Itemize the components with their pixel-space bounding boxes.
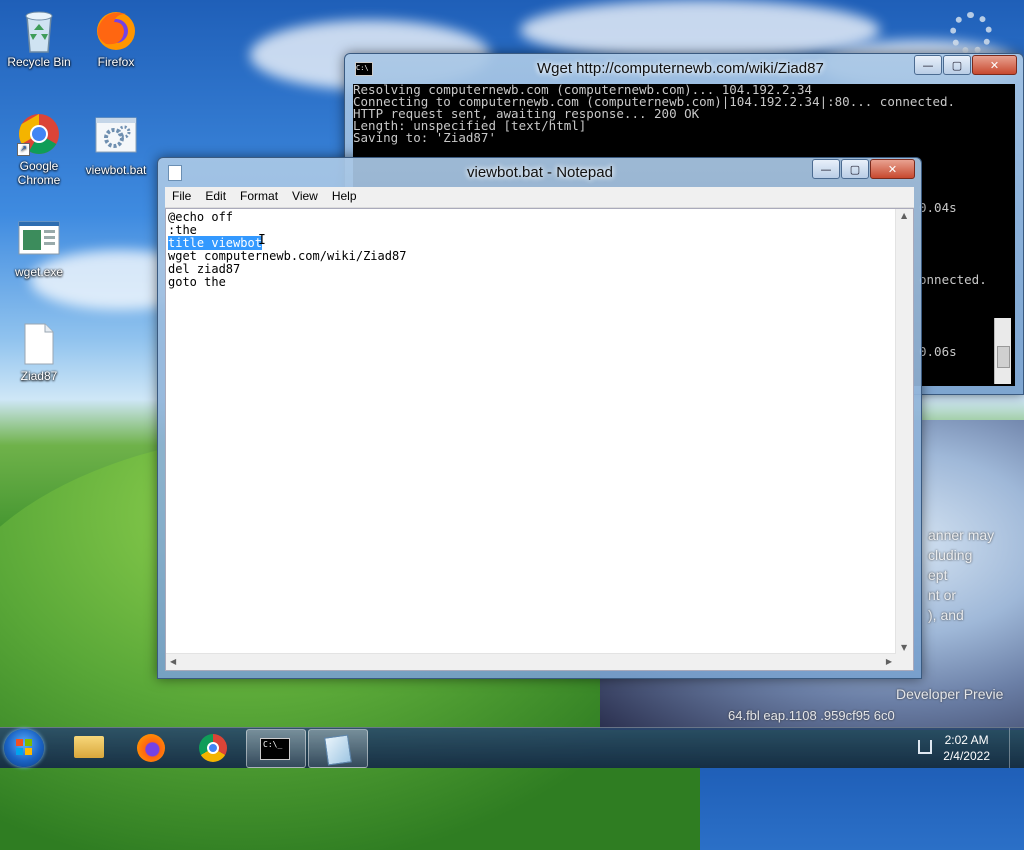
code-line: del ziad87 [168, 262, 241, 276]
vertical-scrollbar[interactable]: ▲ ▼ [895, 209, 913, 654]
console-line: Saving to: 'Ziad87' [353, 130, 496, 145]
menu-edit[interactable]: Edit [198, 187, 233, 207]
menu-file[interactable]: File [165, 187, 198, 207]
text-editor[interactable]: @echo off :the title viewbot wget comput… [165, 208, 914, 671]
desktop-icon-label: Recycle Bin [7, 55, 71, 69]
watermark-line: ept [928, 567, 948, 583]
notepad-icon [324, 734, 352, 766]
watermark-line: Developer Previe [896, 686, 1004, 702]
clock[interactable]: 2:02 AM 2/4/2022 [943, 732, 990, 764]
console-line-peek: 0.04s [919, 200, 957, 215]
window-titlebar[interactable]: C:\ Wget http://computernewb.com/wiki/Zi… [345, 54, 1023, 82]
menu-help[interactable]: Help [325, 187, 364, 207]
watermark-line: ), and [928, 607, 964, 623]
clock-time: 2:02 AM [944, 733, 989, 747]
show-desktop-button[interactable] [1009, 728, 1024, 768]
watermark-line: cluding [928, 547, 973, 563]
desktop-icon-label: viewbot.bat [85, 163, 147, 177]
taskbar-chrome[interactable] [184, 729, 242, 766]
firefox-icon [137, 734, 165, 762]
network-icon[interactable] [918, 740, 932, 754]
desktop-icon-recycle-bin[interactable]: Recycle Bin [0, 8, 79, 69]
scroll-right-arrow-icon[interactable]: ▶ [886, 657, 892, 666]
maximize-button[interactable]: ▢ [841, 159, 869, 179]
console-icon: C:\_ [260, 738, 290, 760]
desktop-icon-label: Ziad87 [20, 369, 58, 383]
executable-icon [17, 218, 61, 262]
close-button[interactable]: ✕ [870, 159, 915, 179]
menu-bar: File Edit Format View Help [165, 187, 914, 208]
console-line-peek: 0.06s [919, 344, 957, 359]
window-titlebar[interactable]: viewbot.bat - Notepad — ▢ ✕ [158, 158, 921, 186]
window-title: Wget http://computernewb.com/wiki/Ziad87 [537, 60, 824, 77]
start-button[interactable] [4, 729, 44, 767]
menu-format[interactable]: Format [233, 187, 285, 207]
minimize-button[interactable]: — [812, 159, 840, 179]
blank-file-icon [17, 322, 61, 366]
desktop-icon-ziad87[interactable]: Ziad87 [0, 322, 79, 383]
gear-icon [950, 12, 992, 54]
scroll-thumb[interactable] [997, 346, 1010, 368]
batch-file-gear-icon [94, 116, 138, 160]
notepad-window[interactable]: viewbot.bat - Notepad — ▢ ✕ File Edit Fo… [157, 157, 922, 679]
watermark-line: anner may [928, 527, 995, 543]
menu-view[interactable]: View [285, 187, 325, 207]
code-line: wget computernewb.com/wiki/Ziad87 [168, 249, 407, 263]
desktop-icon-firefox[interactable]: Firefox [76, 8, 156, 69]
text-cursor-icon: I [258, 233, 266, 248]
code-line: @echo off [168, 211, 234, 224]
code-line: :the [168, 223, 197, 237]
editor-content[interactable]: @echo off :the title viewbot wget comput… [168, 211, 895, 654]
taskbar-firefox[interactable] [122, 729, 180, 766]
desktop-icon-label: wget.exe [14, 265, 64, 279]
resize-grip[interactable] [896, 654, 913, 670]
desktop-icon-google-chrome[interactable]: ↗ Google Chrome [0, 112, 79, 187]
desktop-icon-wget-exe[interactable]: wget.exe [0, 218, 79, 279]
clock-date: 2/4/2022 [943, 749, 990, 763]
firefox-icon [94, 8, 138, 52]
taskbar-console[interactable]: C:\_ [246, 729, 306, 768]
windows-logo-icon [16, 739, 32, 755]
desktop-icon-label: Firefox [97, 55, 135, 69]
console-scrollbar[interactable] [994, 318, 1011, 384]
desktop-icon-label: Google Chrome [17, 159, 61, 187]
recycle-bin-icon [17, 8, 61, 53]
console-icon: C:\ [355, 62, 373, 76]
minimize-button[interactable]: — [914, 55, 942, 75]
window-title: viewbot.bat - Notepad [467, 164, 613, 181]
horizontal-scrollbar[interactable]: ◀ ▶ [166, 653, 896, 670]
chrome-icon [199, 734, 227, 762]
scroll-down-arrow-icon[interactable]: ▼ [901, 643, 907, 652]
taskbar: C:\_ 2:02 AM 2/4/2022 [0, 727, 1024, 768]
console-line-peek: onnected. [919, 272, 987, 287]
folder-icon [74, 736, 104, 758]
taskbar-explorer[interactable] [60, 729, 118, 766]
desktop-icon-viewbot-bat[interactable]: viewbot.bat [76, 116, 156, 177]
notepad-icon [168, 165, 182, 181]
watermark-line: nt or [928, 587, 957, 603]
shortcut-arrow-icon: ↗ [17, 143, 30, 156]
taskbar-notepad[interactable] [308, 729, 368, 768]
chrome-icon: ↗ [17, 112, 61, 156]
scroll-up-arrow-icon[interactable]: ▲ [901, 211, 907, 220]
close-button[interactable]: ✕ [972, 55, 1017, 75]
scroll-left-arrow-icon[interactable]: ◀ [170, 657, 176, 666]
code-line: goto the [168, 275, 226, 289]
maximize-button[interactable]: ▢ [943, 55, 971, 75]
watermark-line: 64.fbl eap.1108 .959cf95 6c0 [728, 708, 895, 723]
system-tray: 2:02 AM 2/4/2022 [864, 728, 1024, 768]
selected-text: title viewbot [168, 236, 262, 250]
